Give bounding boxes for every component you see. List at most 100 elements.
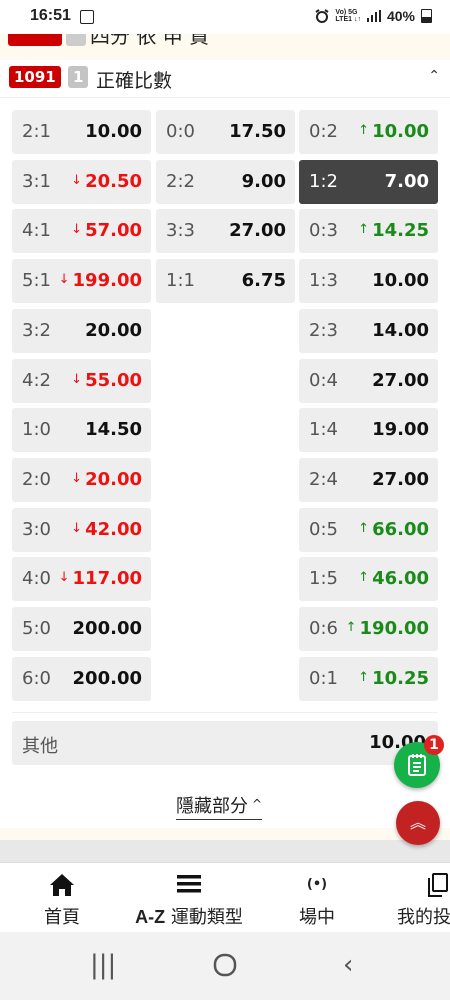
score-label: 1:5	[309, 568, 338, 589]
odds-button-3-3[interactable]: 3:3 27.00	[156, 209, 295, 253]
nav-home[interactable]: 首頁	[22, 863, 102, 933]
score-label: 2:4	[309, 469, 338, 490]
odds-value: 6.75	[242, 270, 286, 291]
odds-button-3-2[interactable]: 3:2 20.00	[12, 309, 151, 353]
odds-button-1-4[interactable]: 1:4 19.00	[299, 408, 438, 452]
odds-button-0-2[interactable]: 0:2 ↑ 10.00	[299, 110, 438, 154]
odds-value: ↑ 10.25	[358, 668, 429, 689]
odds-button-0-1[interactable]: 0:1 ↑ 10.25	[299, 657, 438, 701]
battery-percent: 40%	[386, 8, 415, 24]
arrow-down-icon: ↓	[58, 272, 70, 287]
network-type: Vo) 5G LTE1 ↓↑	[335, 9, 361, 23]
previous-market-code	[8, 34, 62, 46]
odds-text: 27.00	[229, 220, 286, 241]
market-header[interactable]: 1091 1 正確比數 ⌃	[0, 60, 450, 98]
arrow-down-icon: ↓	[71, 173, 83, 188]
odds-button-2-1[interactable]: 2:1 10.00	[12, 110, 151, 154]
bottom-nav: 首頁 A-Z 運動類型 (•) 場中 我的投注	[0, 862, 450, 933]
odds-value: 200.00	[73, 618, 142, 639]
odds-button-5-0[interactable]: 5:0 200.00	[12, 607, 151, 651]
score-label: 0:1	[309, 668, 338, 689]
odds-button-1-2[interactable]: 1:2 7.00	[299, 160, 438, 204]
copy-icon	[428, 873, 448, 897]
odds-button-1-3[interactable]: 1:3 10.00	[299, 259, 438, 303]
odds-button-2-3[interactable]: 2:3 14.00	[299, 309, 438, 353]
menu-icon	[177, 875, 201, 893]
section-separator	[0, 840, 450, 862]
nav-my-bets[interactable]: 我的投注	[386, 863, 450, 933]
odds-value: 20.00	[85, 320, 142, 341]
odds-button-0-3[interactable]: 0:3 ↑ 14.25	[299, 209, 438, 253]
odds-button-0-5[interactable]: 0:5 ↑ 66.00	[299, 508, 438, 552]
system-nav-bar: ||| ‹	[0, 932, 450, 1000]
odds-button-0-6[interactable]: 0:6 ↑ 190.00	[299, 607, 438, 651]
odds-button-1-5[interactable]: 1:5 ↑ 46.00	[299, 557, 438, 601]
arrow-down-icon: ↓	[71, 521, 83, 536]
scroll-to-top-button[interactable]: ︽	[396, 801, 440, 845]
status-right: Vo) 5G LTE1 ↓↑ 40%	[315, 8, 432, 24]
odds-value: ↑ 10.00	[358, 121, 429, 142]
odds-button-4-0[interactable]: 4:0 ↓ 117.00	[12, 557, 151, 601]
recent-apps-button[interactable]: |||	[90, 950, 116, 980]
odds-text: 20.00	[85, 469, 142, 490]
score-label: 2:2	[166, 171, 195, 192]
previous-market-header[interactable]: 四分 依 申 貿	[0, 34, 450, 60]
odds-value: ↓ 55.00	[71, 370, 142, 391]
home-circle-icon	[213, 953, 237, 977]
score-label: 4:1	[22, 220, 51, 241]
nav-live[interactable]: (•) 場中	[282, 863, 352, 933]
odds-text: 10.00	[85, 121, 142, 142]
odds-button-other[interactable]: 其他 10.00	[12, 721, 438, 765]
odds-text: 14.00	[372, 320, 429, 341]
score-label: 0:0	[166, 121, 195, 142]
back-button[interactable]: ‹	[343, 950, 353, 980]
arrow-down-icon: ↓	[71, 222, 83, 237]
odds-value: ↓ 20.00	[71, 469, 142, 490]
market-code-badge: 1091	[9, 66, 61, 88]
score-label: 0:2	[309, 121, 338, 142]
score-label: 3:3	[166, 220, 195, 241]
odds-value: 7.00	[385, 171, 429, 192]
odds-button-2-2[interactable]: 2:2 9.00	[156, 160, 295, 204]
odds-button-0-0[interactable]: 0:0 17.50	[156, 110, 295, 154]
score-label: 5:1	[22, 270, 51, 291]
score-label: 1:3	[309, 270, 338, 291]
odds-button-3-1[interactable]: 3:1 ↓ 20.50	[12, 160, 151, 204]
home-button[interactable]	[212, 952, 238, 985]
odds-button-1-1[interactable]: 1:1 6.75	[156, 259, 295, 303]
odds-value: ↓ 57.00	[71, 220, 142, 241]
status-time: 16:51	[30, 7, 71, 24]
bet-slip-count-badge: 1	[424, 735, 444, 755]
odds-text: 57.00	[85, 220, 142, 241]
live-broadcast-icon: (•)	[306, 877, 328, 892]
bet-slip-button[interactable]: 1	[394, 735, 444, 788]
collapse-chevron-icon[interactable]: ⌃	[428, 68, 440, 84]
odds-text: 27.00	[372, 370, 429, 391]
odds-text: 10.00	[372, 270, 429, 291]
odds-value: 200.00	[73, 668, 142, 689]
nav-az-sports[interactable]: A-Z 運動類型	[124, 863, 254, 933]
odds-text: 42.00	[85, 519, 142, 540]
odds-button-5-1[interactable]: 5:1 ↓ 199.00	[12, 259, 151, 303]
odds-button-4-1[interactable]: 4:1 ↓ 57.00	[12, 209, 151, 253]
odds-text: 14.25	[372, 220, 429, 241]
odds-button-2-4[interactable]: 2:4 27.00	[299, 458, 438, 502]
arrow-down-icon: ↓	[71, 471, 83, 486]
odds-button-3-0[interactable]: 3:0 ↓ 42.00	[12, 508, 151, 552]
odds-button-1-0[interactable]: 1:0 14.50	[12, 408, 151, 452]
score-label: 0:6	[309, 618, 338, 639]
market-title: 正確比數	[96, 70, 173, 92]
odds-button-4-2[interactable]: 4:2 ↓ 55.00	[12, 359, 151, 403]
score-label: 1:4	[309, 419, 338, 440]
arrow-up-icon: ↑	[358, 521, 370, 536]
score-label: 1:2	[309, 171, 338, 192]
odds-button-6-0[interactable]: 6:0 200.00	[12, 657, 151, 701]
home-icon	[50, 874, 74, 896]
odds-button-2-0[interactable]: 2:0 ↓ 20.00	[12, 458, 151, 502]
odds-value: 10.00	[372, 270, 429, 291]
odds-value: ↑ 66.00	[358, 519, 429, 540]
arrow-up-icon: ↑	[358, 670, 370, 685]
hide-section-link[interactable]: 隱藏部分 ^	[176, 792, 263, 820]
odds-button-0-4[interactable]: 0:4 27.00	[299, 359, 438, 403]
odds-text: 190.00	[359, 618, 429, 639]
